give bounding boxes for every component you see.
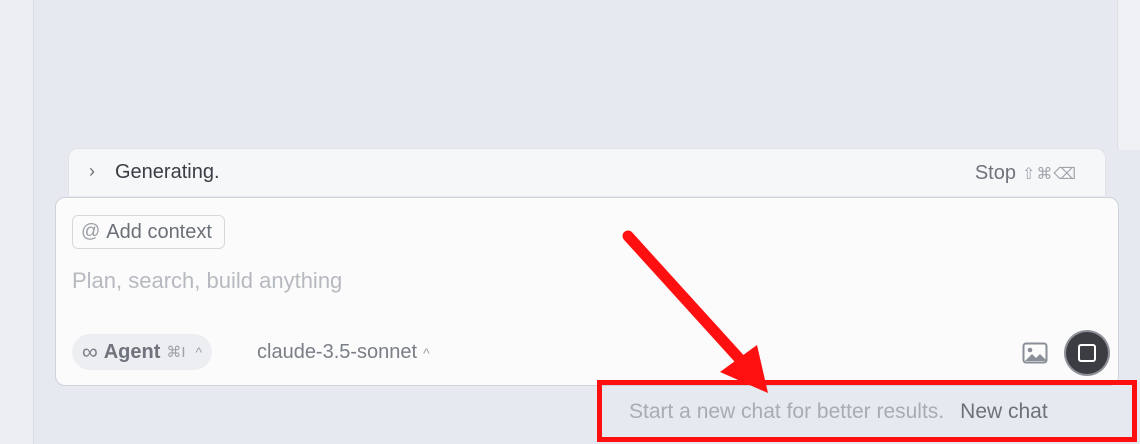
generating-label: Generating. xyxy=(115,161,220,183)
infinity-icon: ∞ xyxy=(82,339,98,364)
add-context-button[interactable]: @ Add context xyxy=(72,215,225,249)
image-icon[interactable] xyxy=(1022,342,1048,364)
generating-bar[interactable]: › Generating. Stop ⇧⌘⌫ xyxy=(68,148,1106,196)
stop-generation-button[interactable] xyxy=(1066,332,1108,374)
caret-up-icon: ^ xyxy=(423,344,430,361)
chevron-right-icon[interactable]: › xyxy=(89,162,95,180)
model-label: claude-3.5-sonnet xyxy=(257,341,418,363)
stop-shortcut: ⇧⌘⌫ xyxy=(1021,166,1077,183)
caret-up-icon: ^ xyxy=(195,344,203,360)
stop-button[interactable]: Stop ⇧⌘⌫ xyxy=(975,162,1077,185)
prompt-input[interactable] xyxy=(72,264,972,298)
annotation-box xyxy=(597,380,1137,442)
stop-label: Stop xyxy=(974,162,1016,184)
mode-shortcut: ⌘I xyxy=(166,344,186,361)
at-icon: @ xyxy=(81,221,101,242)
scrollbar[interactable] xyxy=(1117,0,1140,150)
mode-selector[interactable]: ∞ Agent ⌘I ^ xyxy=(72,334,213,370)
chat-composer: @ Add context ∞ Agent ⌘I ^ claude-3.5-so… xyxy=(55,197,1119,386)
stop-icon xyxy=(1078,344,1096,362)
add-context-label: Add context xyxy=(106,220,212,243)
left-rail xyxy=(0,0,34,444)
mode-label: Agent xyxy=(103,340,161,363)
model-selector[interactable]: claude-3.5-sonnet ^ xyxy=(257,341,430,364)
